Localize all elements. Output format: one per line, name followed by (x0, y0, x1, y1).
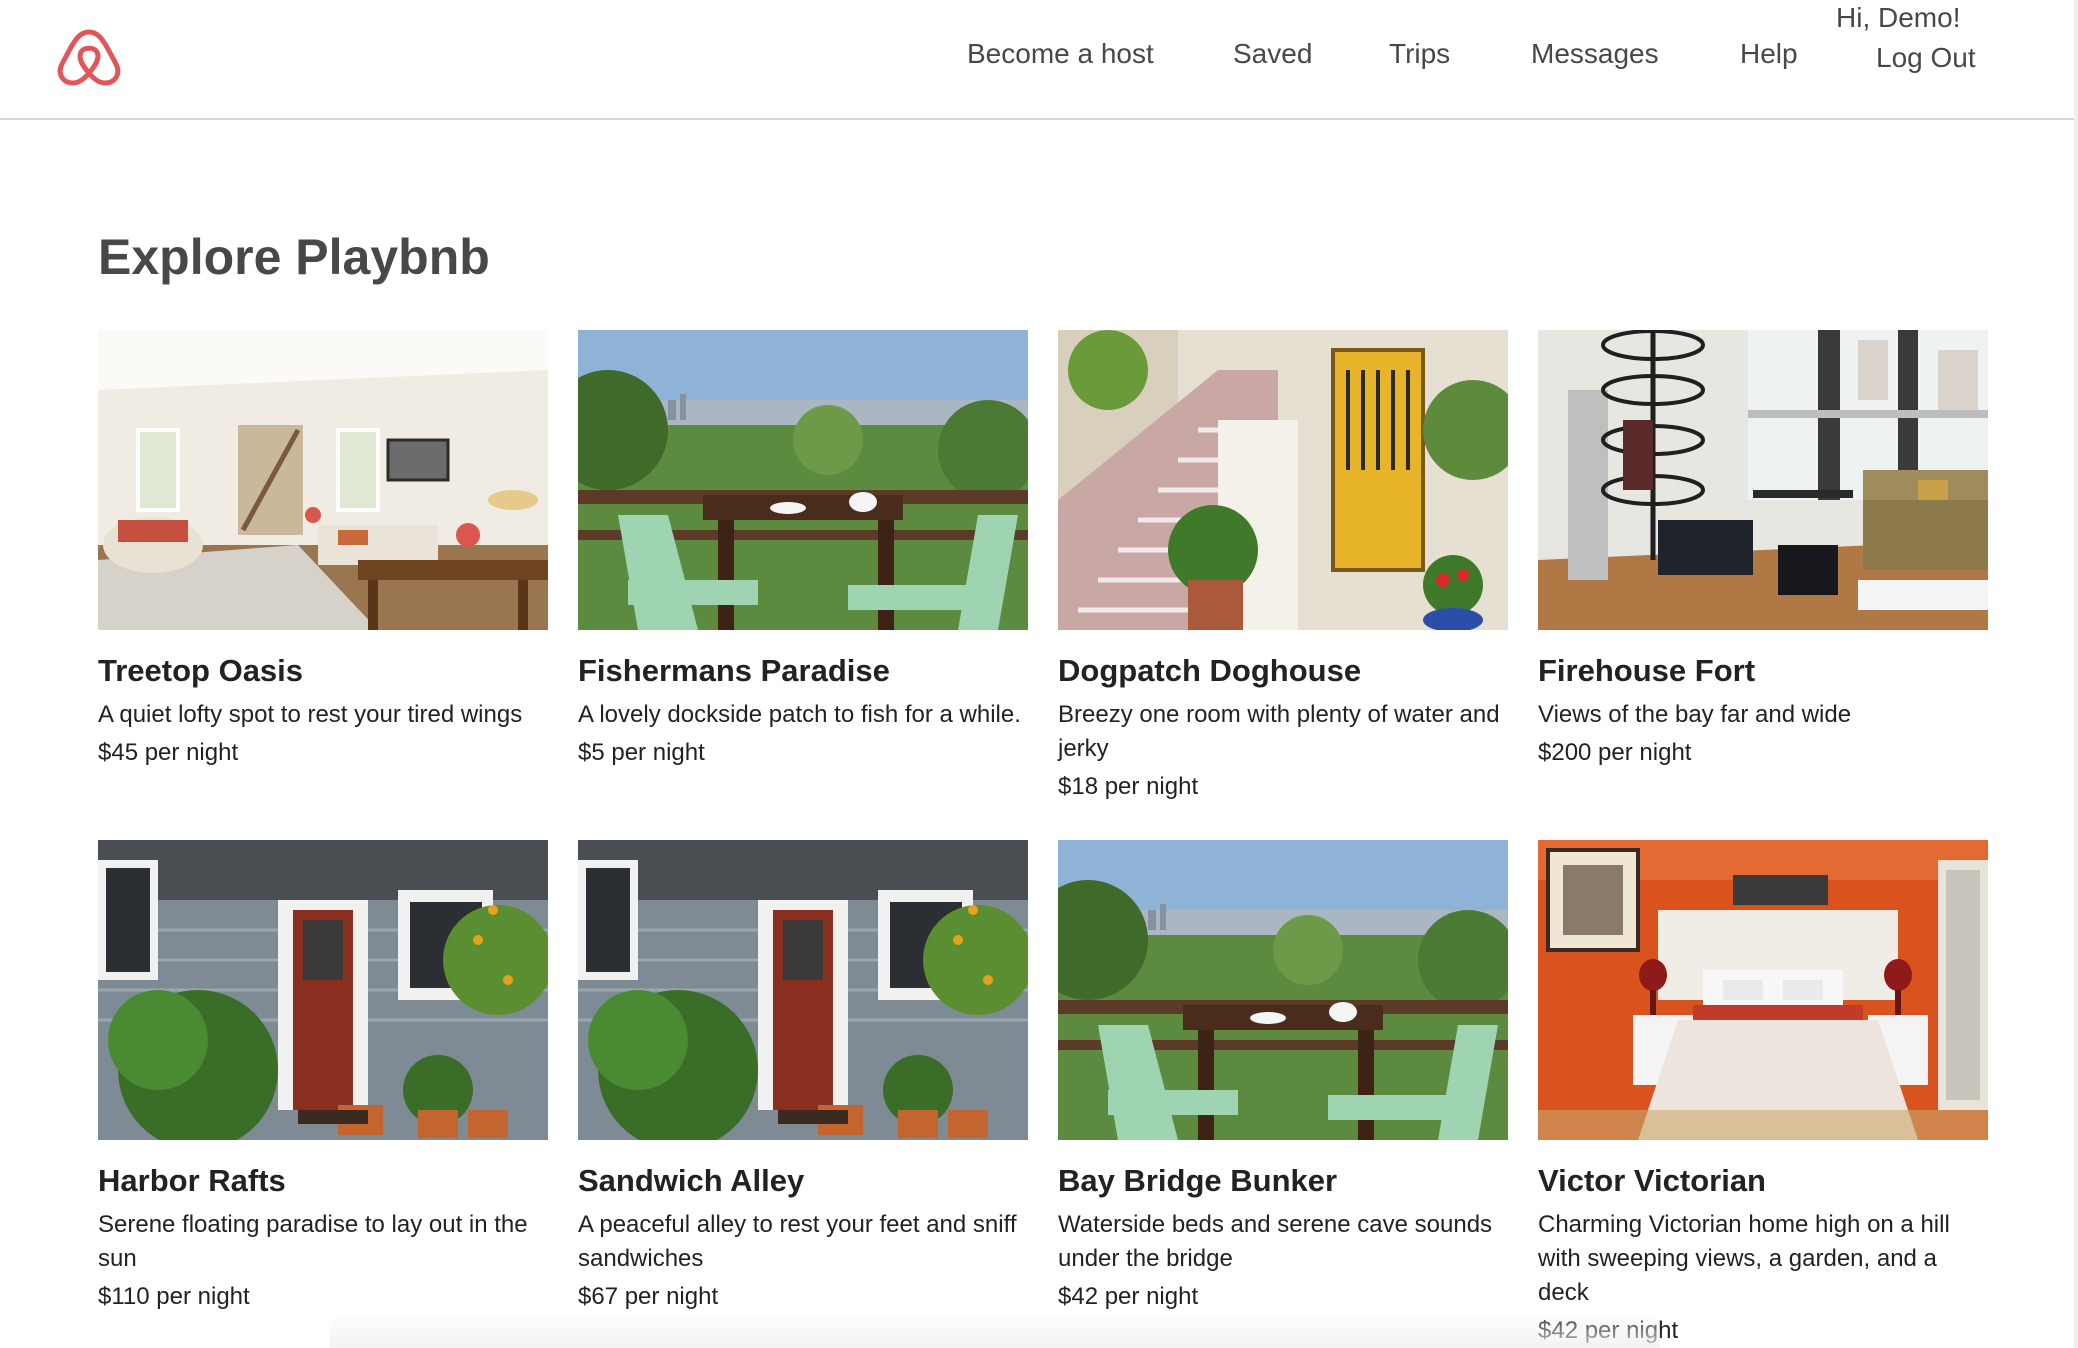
listing-card[interactable]: Bay Bridge Bunker Waterside beds and ser… (1058, 840, 1508, 1348)
listing-price: $110 per night (98, 1283, 250, 1310)
listing-photo[interactable] (578, 330, 1028, 630)
listing-price: $67 per night (578, 1283, 719, 1310)
listing-card[interactable]: Firehouse Fort Views of the bay far and … (1538, 330, 1988, 840)
listing-photo[interactable] (98, 840, 548, 1140)
nav-messages[interactable]: Messages (1531, 38, 1659, 70)
user-greeting: Hi, Demo! (1836, 2, 1961, 33)
listing-card[interactable]: Harbor Rafts Serene floating paradise to… (98, 840, 548, 1348)
listing-title[interactable]: Treetop Oasis (98, 652, 548, 690)
listing-description: Breezy one room with plenty of water and… (1058, 701, 1500, 762)
listing-description: Waterside beds and serene cave sounds un… (1058, 1211, 1493, 1272)
playbnb-logo-icon[interactable] (56, 26, 122, 88)
listing-title[interactable]: Harbor Rafts (98, 1162, 548, 1200)
page-title: Explore Playbnb (98, 229, 490, 285)
logout-button[interactable]: Log Out (1876, 42, 1976, 74)
listing-title[interactable]: Firehouse Fort (1538, 652, 1988, 690)
listing-description: Charming Victorian home high on a hill w… (1538, 1211, 1950, 1306)
listing-card[interactable]: Victor Victorian Charming Victorian home… (1538, 840, 1988, 1348)
nav-trips[interactable]: Trips (1389, 38, 1450, 70)
listing-price: $18 per night (1058, 773, 1199, 800)
scrollbar[interactable] (2074, 0, 2078, 1348)
nav-saved[interactable]: Saved (1233, 38, 1312, 70)
page: Become a host Saved Trips Messages Help … (0, 0, 2078, 1348)
listing-price: $200 per night (1538, 739, 1692, 766)
listing-photo[interactable] (1058, 840, 1508, 1140)
listing-description: Views of the bay far and wide (1538, 701, 1852, 728)
listing-photo[interactable] (1538, 330, 1988, 630)
listing-title[interactable]: Fishermans Paradise (578, 652, 1028, 690)
listing-description: Serene floating paradise to lay out in t… (98, 1211, 528, 1272)
listing-description: A quiet lofty spot to rest your tired wi… (98, 701, 523, 728)
nav-help[interactable]: Help (1740, 38, 1798, 70)
listing-price: $45 per night (98, 739, 239, 766)
listing-card[interactable]: Dogpatch Doghouse Breezy one room with p… (1058, 330, 1508, 840)
listing-photo[interactable] (98, 330, 548, 630)
listing-price: $5 per night (578, 739, 705, 766)
nav-become-a-host[interactable]: Become a host (967, 38, 1154, 70)
listing-price: $42 per night (1058, 1283, 1199, 1310)
listing-title[interactable]: Victor Victorian (1538, 1162, 1988, 1200)
listing-title[interactable]: Sandwich Alley (578, 1162, 1028, 1200)
listing-description: A lovely dockside patch to fish for a wh… (578, 701, 1021, 728)
listing-card[interactable]: Sandwich Alley A peaceful alley to rest … (578, 840, 1028, 1348)
listings-grid: Treetop Oasis A quiet lofty spot to rest… (98, 330, 1990, 1348)
listing-card[interactable]: Fishermans Paradise A lovely dockside pa… (578, 330, 1028, 840)
top-navbar: Become a host Saved Trips Messages Help … (0, 0, 2074, 120)
listing-title[interactable]: Dogpatch Doghouse (1058, 652, 1508, 690)
listing-photo[interactable] (1538, 840, 1988, 1140)
listing-card[interactable]: Treetop Oasis A quiet lofty spot to rest… (98, 330, 548, 840)
listing-title[interactable]: Bay Bridge Bunker (1058, 1162, 1508, 1200)
listing-photo[interactable] (1058, 330, 1508, 630)
bottom-shadow (330, 1310, 1660, 1348)
listing-description: A peaceful alley to rest your feet and s… (578, 1211, 1017, 1272)
listing-photo[interactable] (578, 840, 1028, 1140)
